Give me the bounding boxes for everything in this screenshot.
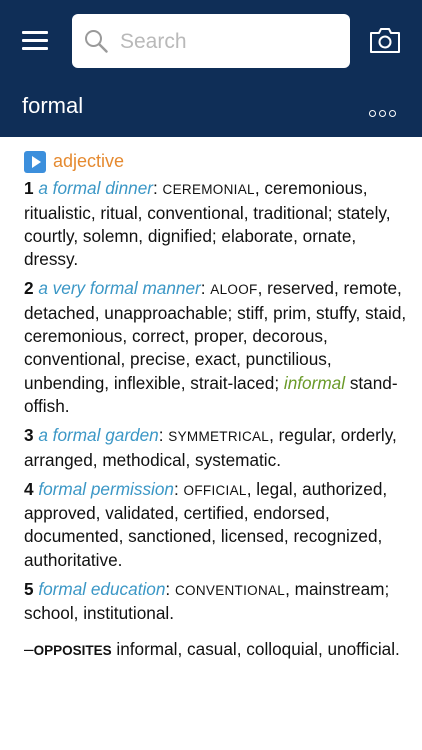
play-audio-icon[interactable]: [24, 150, 46, 173]
headword-title: formal: [22, 93, 84, 118]
sense-4: 4 formal permission: OFFICIAL, legal, au…: [24, 478, 388, 570]
sense-keyword[interactable]: CEREMONIAL: [163, 182, 255, 197]
menu-icon[interactable]: [22, 31, 48, 51]
sense-example[interactable]: a very formal manner: [38, 278, 200, 298]
sense-number: 1: [24, 178, 34, 199]
sense-2: 2 a very formal manner: ALOOF, reserved,…: [24, 278, 407, 416]
sense-keyword[interactable]: CONVENTIONAL: [175, 583, 285, 598]
sense-keyword[interactable]: OFFICIAL: [184, 483, 247, 498]
sense-number: 5: [24, 579, 34, 600]
opposites-dash: –: [24, 638, 34, 659]
more-options-icon[interactable]: [369, 104, 399, 122]
sense-number: 3: [24, 425, 34, 446]
sense-5: 5 formal education: CONVENTIONAL, mainst…: [24, 579, 390, 624]
sense-3: 3 a formal garden: SYMMETRICAL, regular,…: [24, 425, 397, 470]
sense-1: 1 a formal dinner: CEREMONIAL, ceremonio…: [24, 178, 391, 270]
part-of-speech-row: adjective: [24, 150, 414, 173]
top-bar: formal: [0, 0, 422, 137]
sense-example[interactable]: formal education: [38, 579, 165, 599]
part-of-speech-label: adjective: [53, 151, 125, 171]
register-label: informal: [283, 372, 346, 393]
sense-number: 4: [24, 478, 34, 499]
opposites-label: OPPOSITES: [33, 642, 112, 658]
entry-content: adjective 1 a formal dinner: CEREMONIAL,…: [24, 150, 414, 662]
opposites-list: informal, casual, colloquial, unofficial…: [116, 638, 400, 659]
sense-keyword[interactable]: SYMMETRICAL: [168, 429, 269, 444]
search-icon: [85, 30, 108, 53]
opposites-section: –OPPOSITES informal, casual, colloquial,…: [24, 638, 414, 662]
sense-example[interactable]: a formal dinner: [38, 178, 153, 198]
sense-keyword[interactable]: ALOOF: [210, 282, 257, 297]
sense-example[interactable]: formal permission: [38, 479, 174, 499]
search-box[interactable]: [72, 14, 350, 68]
search-input[interactable]: [118, 24, 342, 60]
sense-number: 2: [24, 278, 34, 299]
sense-example[interactable]: a formal garden: [38, 425, 158, 445]
camera-icon[interactable]: [369, 26, 401, 59]
